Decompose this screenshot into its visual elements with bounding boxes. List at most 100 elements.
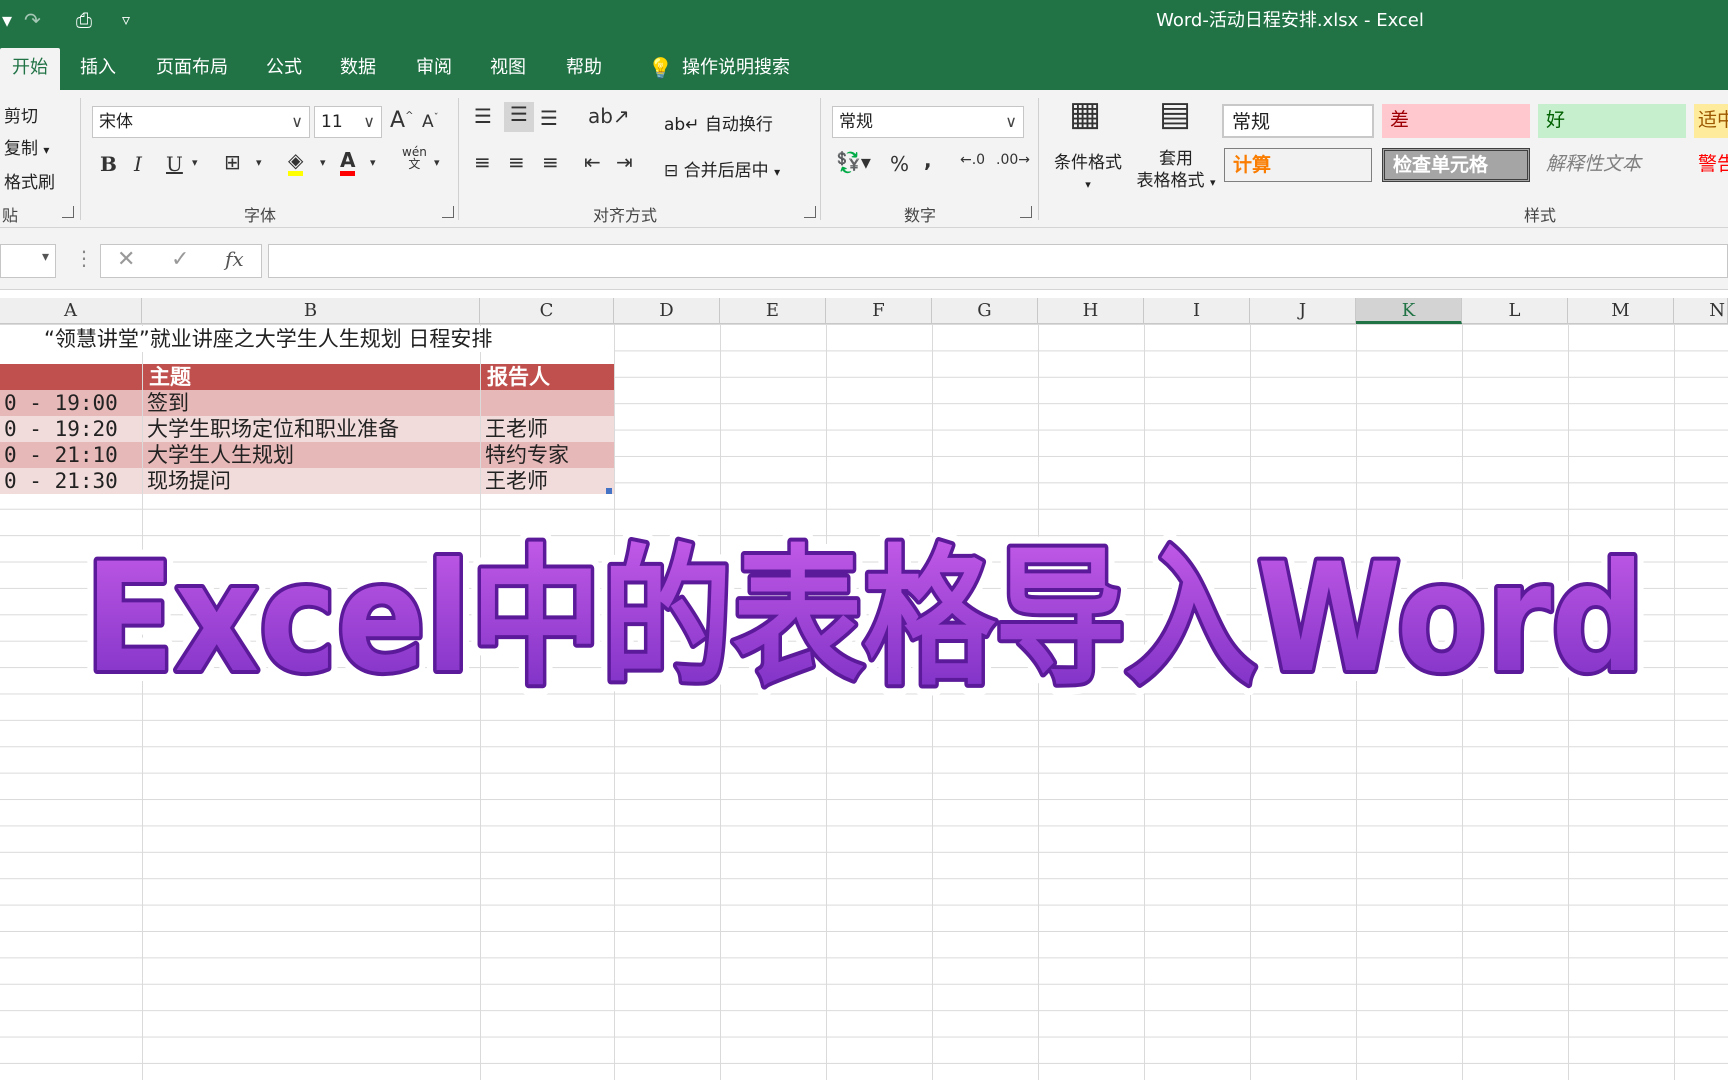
table-row-speaker[interactable] xyxy=(481,390,614,416)
table-resize-handle[interactable] xyxy=(606,488,612,494)
copy-button[interactable]: 复制 ▾ xyxy=(4,134,49,159)
name-box[interactable]: ▾ xyxy=(0,244,56,278)
italic-button[interactable]: I xyxy=(134,152,142,176)
column-header-l[interactable]: L xyxy=(1462,298,1568,324)
phonetic-guide-button[interactable]: wén 文 xyxy=(402,146,427,170)
header-cell-a[interactable] xyxy=(0,364,142,390)
align-right-icon[interactable]: ≡ xyxy=(542,150,559,174)
enter-icon[interactable]: ✓ xyxy=(171,247,189,272)
name-box-dropdown-icon[interactable]: ▾ xyxy=(42,249,49,265)
sheet-title-cell[interactable]: “领慧讲堂”就业讲座之大学生人生规划 日程安排 xyxy=(0,326,614,352)
column-header-j[interactable]: J xyxy=(1250,298,1356,324)
borders-dropdown-icon[interactable]: ▾ xyxy=(256,156,262,169)
style-explanatory[interactable]: 解释性文本 xyxy=(1538,148,1686,182)
phonetic-dropdown-icon[interactable]: ▾ xyxy=(434,156,440,169)
borders-icon[interactable]: ⊞ xyxy=(224,150,241,174)
conditional-formatting-icon[interactable]: ▦ xyxy=(1060,94,1110,134)
increase-decimal-icon[interactable]: ←.0 xyxy=(960,152,985,168)
number-launcher-icon[interactable] xyxy=(1020,206,1032,218)
font-color-button[interactable]: A xyxy=(340,148,356,176)
table-row-speaker[interactable]: 特约专家 xyxy=(481,442,614,468)
cut-button[interactable]: 剪切 xyxy=(4,102,38,127)
column-header-h[interactable]: H xyxy=(1038,298,1144,324)
column-header-i[interactable]: I xyxy=(1144,298,1250,324)
increase-indent-icon[interactable]: ⇥ xyxy=(616,150,633,174)
fill-color-icon[interactable]: ◈ xyxy=(288,148,304,176)
tab-review[interactable]: 审阅 xyxy=(410,48,458,90)
fill-color-dropdown-icon[interactable]: ▾ xyxy=(320,156,326,169)
print-preview-icon[interactable]: ⎙ xyxy=(76,8,92,32)
column-header-d[interactable]: D xyxy=(614,298,720,324)
column-header-n[interactable]: N xyxy=(1674,298,1728,324)
font-size-select[interactable]: 11 ∨ xyxy=(314,106,382,138)
column-header-f[interactable]: F xyxy=(826,298,932,324)
column-header-k[interactable]: K xyxy=(1356,298,1462,324)
font-launcher-icon[interactable] xyxy=(442,206,454,218)
conditional-formatting-button[interactable]: 条件格式 ▾ xyxy=(1050,148,1126,193)
format-as-table-icon[interactable]: ▤ xyxy=(1150,94,1200,134)
alignment-launcher-icon[interactable] xyxy=(804,206,816,218)
column-header-e[interactable]: E xyxy=(720,298,826,324)
merge-center-button[interactable]: ⊟ 合并后居中 ▾ xyxy=(664,156,780,181)
formula-input[interactable] xyxy=(268,244,1728,278)
accounting-format-icon[interactable]: 💱▾ xyxy=(836,150,871,174)
tab-home[interactable]: 开始 xyxy=(0,48,60,90)
tab-view[interactable]: 视图 xyxy=(484,48,532,90)
table-row-topic[interactable]: 现场提问 xyxy=(143,468,480,494)
style-warning[interactable]: 警告 xyxy=(1694,148,1728,182)
style-calculation[interactable]: 计算 xyxy=(1224,148,1372,182)
table-row-time[interactable]: 0 - 21:10 xyxy=(0,442,142,468)
undo-icon[interactable]: ▾ xyxy=(2,8,12,32)
format-painter-button[interactable]: 格式刷 xyxy=(4,168,55,193)
tab-page-layout[interactable]: 页面布局 xyxy=(150,48,234,90)
tab-insert[interactable]: 插入 xyxy=(74,48,122,90)
table-row-topic[interactable]: 大学生职场定位和职业准备 xyxy=(143,416,480,442)
align-middle-icon[interactable]: ☰ xyxy=(504,102,534,132)
wrap-text-button[interactable]: ab↵ 自动换行 xyxy=(664,110,773,135)
header-cell-topic[interactable]: 主题 xyxy=(143,364,480,390)
column-header-g[interactable]: G xyxy=(932,298,1038,324)
comma-style-button[interactable]: , xyxy=(924,148,932,172)
clipboard-launcher-icon[interactable] xyxy=(62,206,74,218)
table-row-speaker[interactable]: 王老师 xyxy=(481,468,614,494)
align-top-icon[interactable]: ☰ xyxy=(474,104,492,128)
bold-button[interactable]: B xyxy=(100,152,117,176)
style-good[interactable]: 好 xyxy=(1538,104,1686,138)
customize-qat-icon[interactable]: ▿ xyxy=(122,10,130,29)
number-format-select[interactable]: 常规 ∨ xyxy=(832,106,1024,138)
style-normal[interactable]: 常规 xyxy=(1222,104,1374,138)
format-as-table-button[interactable]: 套用 表格格式 ▾ xyxy=(1128,148,1224,194)
align-left-icon[interactable]: ≡ xyxy=(474,150,491,174)
table-row-time[interactable]: 0 - 19:00 xyxy=(0,390,142,416)
style-check-cell[interactable]: 检查单元格 xyxy=(1382,148,1530,182)
table-row-topic[interactable]: 签到 xyxy=(143,390,480,416)
percent-style-button[interactable]: % xyxy=(890,152,909,176)
tab-formulas[interactable]: 公式 xyxy=(260,48,308,90)
orientation-icon[interactable]: ab↗ xyxy=(588,104,630,128)
align-bottom-icon[interactable]: ☰ xyxy=(540,106,558,130)
underline-dropdown-icon[interactable]: ▾ xyxy=(192,156,198,169)
shrink-font-button[interactable]: Aˇ xyxy=(422,112,439,132)
tab-data[interactable]: 数据 xyxy=(334,48,382,90)
table-row-topic[interactable]: 大学生人生规划 xyxy=(143,442,480,468)
font-color-dropdown-icon[interactable]: ▾ xyxy=(370,156,376,169)
column-header-a[interactable]: A xyxy=(0,298,142,324)
tab-help[interactable]: 帮助 xyxy=(560,48,608,90)
underline-button[interactable]: U xyxy=(166,152,183,176)
style-neutral[interactable]: 适中 xyxy=(1694,104,1728,138)
insert-function-icon[interactable]: fx xyxy=(225,247,244,271)
grow-font-button[interactable]: A^ xyxy=(390,108,413,133)
column-header-m[interactable]: M xyxy=(1568,298,1674,324)
font-name-select[interactable]: 宋体 ∨ xyxy=(92,106,310,138)
style-bad[interactable]: 差 xyxy=(1382,104,1530,138)
cancel-icon[interactable]: ✕ xyxy=(117,247,135,272)
table-row-time[interactable]: 0 - 19:20 xyxy=(0,416,142,442)
redo-icon[interactable]: ↷ xyxy=(24,8,41,32)
align-center-icon[interactable]: ≡ xyxy=(508,150,525,174)
table-row-speaker[interactable]: 王老师 xyxy=(481,416,614,442)
column-header-b[interactable]: B xyxy=(142,298,480,324)
column-header-c[interactable]: C xyxy=(480,298,614,324)
table-row-time[interactable]: 0 - 21:30 xyxy=(0,468,142,494)
header-cell-speaker[interactable]: 报告人 xyxy=(481,364,614,390)
tell-me-search[interactable]: 操作说明搜索 xyxy=(676,48,796,90)
